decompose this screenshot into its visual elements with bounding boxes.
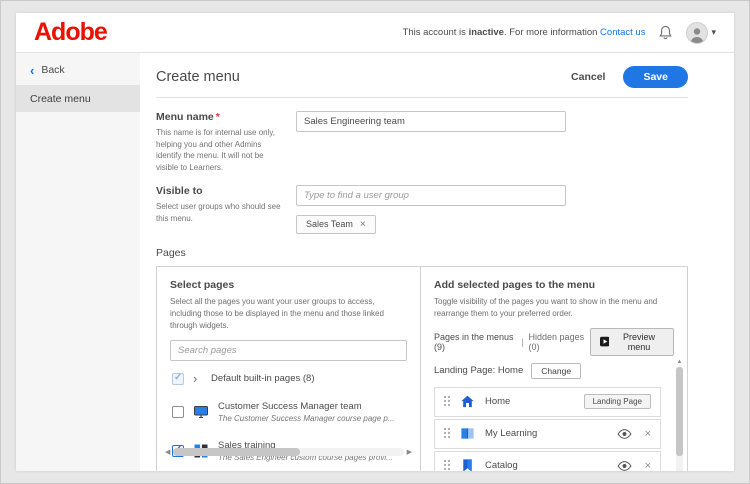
item-label: Default built-in pages (8) xyxy=(211,373,315,384)
sidebar: ‹ Back Create menu xyxy=(16,53,140,471)
menu-pages-column: Add selected pages to the menu Toggle vi… xyxy=(421,267,687,471)
menu-row-label: Catalog xyxy=(485,460,518,471)
notice-text-2: . For more information xyxy=(504,27,600,38)
back-label: Back xyxy=(41,64,64,76)
menu-row-label: My Learning xyxy=(485,428,537,439)
adobe-logo: Adobe xyxy=(34,18,107,47)
landing-page-badge: Landing Page xyxy=(584,394,651,409)
sidebar-item-create-menu[interactable]: Create menu xyxy=(16,86,140,112)
select-pages-title: Select pages xyxy=(170,279,407,291)
contact-us-link[interactable]: Contact us xyxy=(600,27,645,38)
horizontal-scrollbar: ◀ ▶ xyxy=(165,447,412,457)
item-subtitle: The Customer Success Manager course page… xyxy=(218,414,395,424)
notice-text: This account is xyxy=(403,27,469,38)
back-chevron-icon: ‹ xyxy=(30,66,34,75)
item-label: Customer Success Manager team xyxy=(218,401,395,412)
home-icon xyxy=(460,394,476,410)
meta-separator: | xyxy=(521,337,523,347)
menu-row-label: Home xyxy=(485,396,510,407)
menu-name-row: Menu name* This name is for internal use… xyxy=(156,111,688,173)
user-group-tag: Sales Team × xyxy=(296,215,376,234)
select-pages-description: Select all the pages you want your user … xyxy=(170,296,407,332)
title-divider xyxy=(156,97,688,98)
drag-handle-icon[interactable] xyxy=(444,396,451,407)
visible-to-help: Select user groups who should see this m… xyxy=(156,201,286,224)
notice-inactive: inactive xyxy=(469,27,504,38)
cancel-button[interactable]: Cancel xyxy=(571,71,605,83)
user-menu[interactable]: ▾ xyxy=(686,22,716,44)
visibility-eye-icon[interactable] xyxy=(617,460,632,471)
avatar xyxy=(686,22,708,44)
scroll-up-icon[interactable]: ▲ xyxy=(677,359,683,365)
scrollbar-thumb[interactable] xyxy=(173,448,300,456)
catalog-icon xyxy=(460,458,476,471)
menu-name-label: Menu name* xyxy=(156,111,286,123)
menu-row-home: Home Landing Page xyxy=(434,387,661,417)
menu-column-title: Add selected pages to the menu xyxy=(434,279,674,291)
list-item-csm-team: Customer Success Manager team The Custom… xyxy=(170,393,407,432)
pages-in-menu-count[interactable]: Pages in the menus (9) xyxy=(434,332,516,352)
menu-column-description: Toggle visibility of the pages you want … xyxy=(434,296,674,320)
account-notice: This account is inactive. For more infor… xyxy=(403,27,646,38)
landing-page-label: Landing Page: Home xyxy=(434,365,523,376)
expand-chevron-icon[interactable]: › xyxy=(193,374,202,384)
scrollbar-thumb[interactable] xyxy=(676,367,683,456)
search-pages-input[interactable] xyxy=(170,340,407,361)
scroll-right-icon[interactable]: ▶ xyxy=(407,448,412,456)
user-group-input[interactable] xyxy=(296,185,566,206)
remove-row-icon[interactable]: × xyxy=(645,460,651,471)
menu-row-my-learning: My Learning × xyxy=(434,419,661,449)
chevron-down-icon: ▾ xyxy=(711,27,716,38)
list-item-default-pages: › Default built-in pages (8) xyxy=(170,365,407,393)
tag-label: Sales Team xyxy=(306,219,353,229)
play-icon xyxy=(600,336,610,347)
vertical-scrollbar: ▲ xyxy=(675,359,684,471)
my-learning-icon xyxy=(460,426,476,442)
page-title: Create menu xyxy=(156,69,240,85)
back-button[interactable]: ‹ Back xyxy=(16,53,140,86)
pages-panel: Select pages Select all the pages you wa… xyxy=(156,266,688,471)
menu-name-input[interactable] xyxy=(296,111,566,132)
scrollbar-track[interactable] xyxy=(676,367,683,471)
select-pages-column: Select pages Select all the pages you wa… xyxy=(157,267,421,471)
hidden-pages-count[interactable]: Hidden pages (0) xyxy=(529,332,590,352)
tag-remove-icon[interactable]: × xyxy=(360,219,366,230)
drag-handle-icon[interactable] xyxy=(444,460,451,471)
main-content: Create menu Cancel Save Menu name* This … xyxy=(140,53,734,471)
checkbox-csm-team[interactable] xyxy=(172,406,184,418)
app-window: Adobe This account is inactive. For more… xyxy=(16,13,734,471)
required-asterisk: * xyxy=(216,111,220,123)
visible-to-row: Visible to Select user groups who should… xyxy=(156,185,688,234)
visibility-eye-icon[interactable] xyxy=(617,428,632,440)
visible-to-label: Visible to xyxy=(156,185,286,197)
drag-handle-icon[interactable] xyxy=(444,428,451,439)
change-landing-button[interactable]: Change xyxy=(531,363,581,379)
scroll-left-icon[interactable]: ◀ xyxy=(165,448,170,456)
monitor-icon xyxy=(193,404,209,420)
menu-row-catalog: Catalog × xyxy=(434,451,661,471)
save-button[interactable]: Save xyxy=(623,66,688,88)
remove-row-icon[interactable]: × xyxy=(645,428,651,440)
pages-section-label: Pages xyxy=(156,247,688,259)
checkbox-default-pages[interactable] xyxy=(172,373,184,385)
top-header: Adobe This account is inactive. For more… xyxy=(16,13,734,53)
scrollbar-track[interactable] xyxy=(173,448,403,456)
preview-menu-button[interactable]: Preview menu xyxy=(590,328,675,356)
bell-icon[interactable] xyxy=(658,25,673,41)
menu-rows-list: Home Landing Page My Learning xyxy=(434,387,661,471)
menu-name-help: This name is for internal use only, help… xyxy=(156,127,286,173)
